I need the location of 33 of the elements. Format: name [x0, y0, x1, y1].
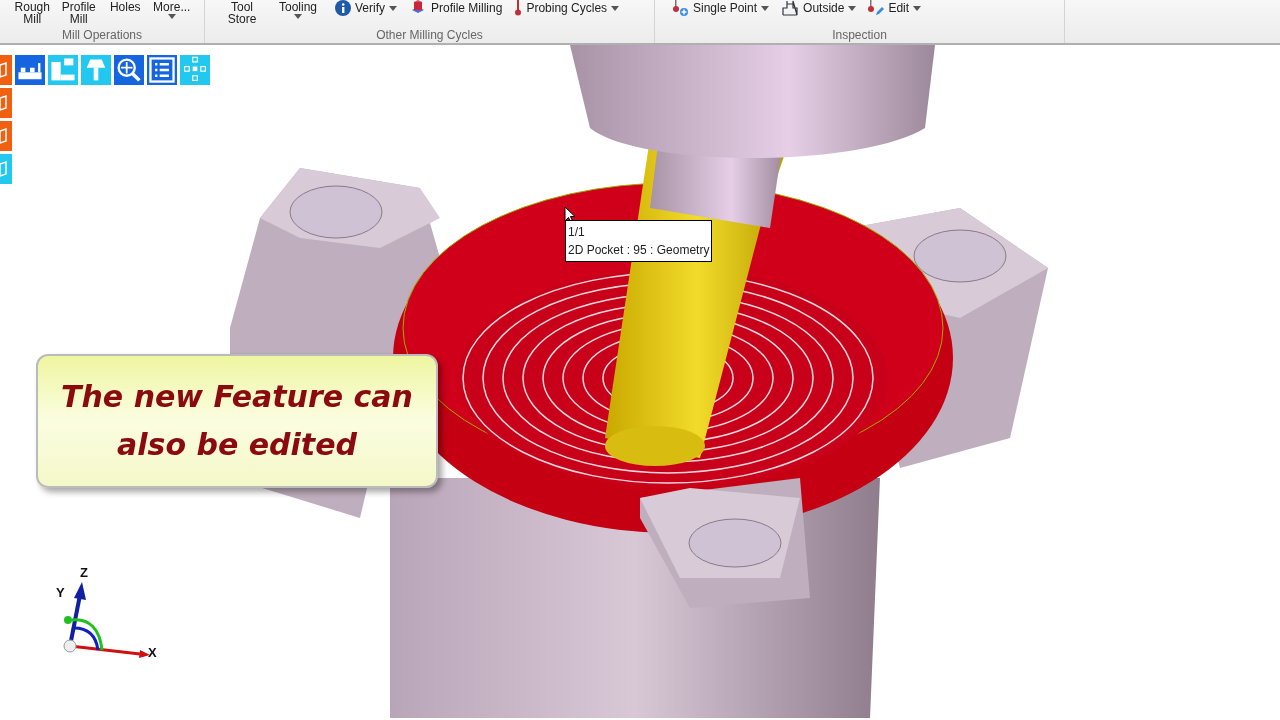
- ribbon-button[interactable]: Holes: [105, 0, 146, 13]
- view-cube-icon[interactable]: [0, 154, 12, 184]
- ribbon-button[interactable]: Edit: [868, 0, 922, 16]
- axis-label: Y: [56, 586, 65, 600]
- view-cube-icon[interactable]: [0, 55, 12, 85]
- ribbon-button[interactable]: Tooling: [273, 0, 323, 19]
- tooltip: 1/1 2D Pocket : 95 : Geometry: [565, 220, 713, 262]
- ribbon-button[interactable]: Profile Mill: [58, 0, 99, 25]
- ribbon-button[interactable]: Tool Store: [217, 0, 267, 25]
- axis-label: Z: [80, 566, 88, 580]
- ribbon-button[interactable]: More...: [151, 0, 192, 19]
- ribbon-button[interactable]: Single Point: [673, 0, 770, 16]
- view-cube-icon[interactable]: [0, 88, 12, 118]
- machine-table-icon[interactable]: [15, 55, 45, 85]
- outline-shape-icon: [781, 0, 800, 16]
- zoom-icon[interactable]: [114, 55, 144, 85]
- ribbon-button[interactable]: Rough Mill: [12, 0, 53, 25]
- list-icon[interactable]: [147, 55, 177, 85]
- ribbon-group-label: Mill Operations: [61, 27, 143, 43]
- info-icon: [335, 0, 351, 16]
- view-cube-icon[interactable]: [0, 121, 12, 151]
- axis-label: X: [148, 646, 157, 660]
- mouse-cursor-icon: [564, 206, 576, 224]
- probe-plus-icon: [673, 0, 689, 16]
- probe-icon: [514, 0, 523, 16]
- probe-pencil-icon: [868, 0, 885, 16]
- ribbon-button[interactable]: Verify: [335, 0, 397, 16]
- ribbon-button[interactable]: Outside: [781, 0, 857, 16]
- callout-text: The new Feature can also be edited: [36, 354, 438, 488]
- ribbon-button[interactable]: Profile Milling: [409, 0, 503, 16]
- ribbon-button[interactable]: Probing Cycles: [514, 0, 620, 16]
- ribbon-group-label: Other Milling Cycles: [375, 27, 484, 43]
- ribbon-group-label: Inspection: [831, 27, 888, 43]
